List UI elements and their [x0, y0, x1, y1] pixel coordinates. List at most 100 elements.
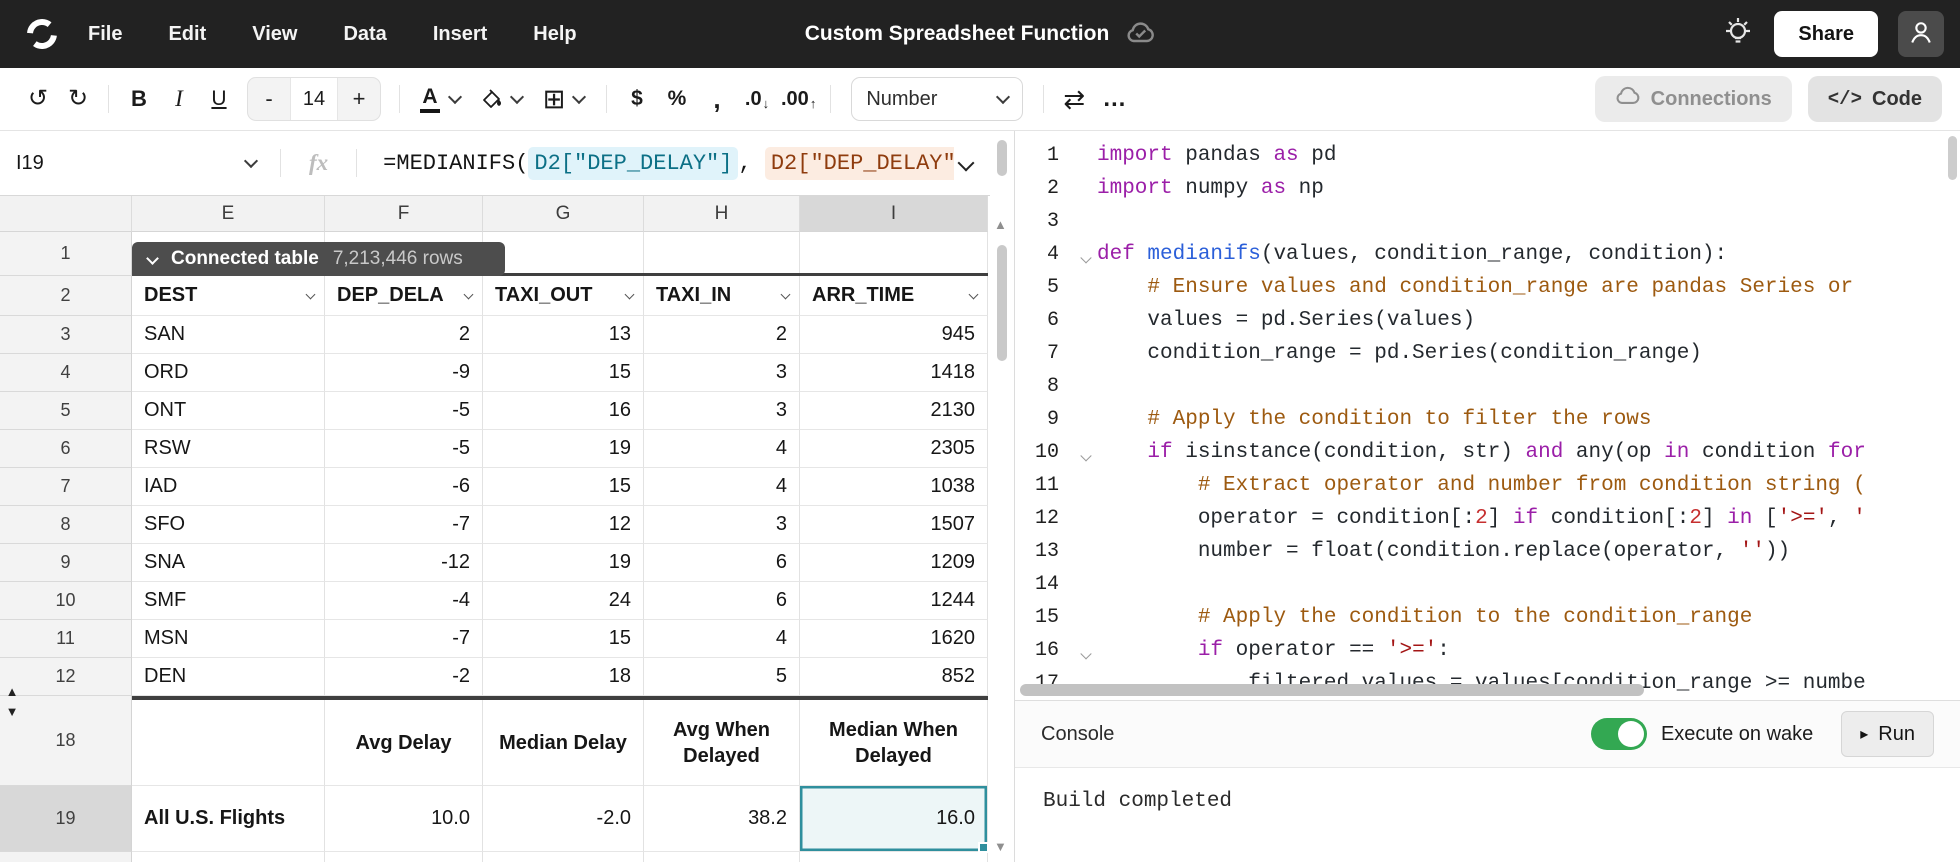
code-line[interactable]: 1 import pandas as pd: [1015, 139, 1944, 172]
scroll-up-icon[interactable]: ▲: [994, 217, 1007, 232]
grid-cell[interactable]: Avg When Delayed: [644, 696, 800, 786]
currency-format-button[interactable]: $: [617, 79, 657, 119]
code-line[interactable]: 11 # Extract operator and number from co…: [1015, 469, 1944, 502]
column-header-i[interactable]: I: [800, 196, 988, 232]
column-header-f[interactable]: F: [325, 196, 483, 232]
grid-cell[interactable]: 13: [483, 316, 644, 354]
row-header[interactable]: [0, 852, 132, 862]
fold-toggle[interactable]: [1075, 251, 1097, 263]
font-size-decrease-button[interactable]: -: [248, 78, 290, 120]
grid-cell[interactable]: 2: [644, 316, 800, 354]
grid-cell[interactable]: 18: [483, 658, 644, 696]
code-horizontal-scrollbar-thumb[interactable]: [1020, 684, 1644, 696]
code-line[interactable]: 10 if isinstance(condition, str) and any…: [1015, 436, 1944, 469]
grid-cell[interactable]: [483, 232, 644, 276]
grid-cell[interactable]: -7: [325, 506, 483, 544]
grid-cell[interactable]: MSN: [132, 620, 325, 658]
column-menu-chevron-icon[interactable]: [780, 289, 791, 299]
grid-cell[interactable]: 38.2: [644, 786, 800, 852]
table-column-dep-delay[interactable]: DEP_DELA: [325, 276, 483, 316]
grid-cell[interactable]: 19: [483, 544, 644, 582]
row-header-19[interactable]: 19: [0, 786, 132, 852]
grid-cell[interactable]: 1209: [800, 544, 988, 582]
formula-expand-chevron-icon[interactable]: [957, 154, 975, 172]
text-color-button[interactable]: A: [410, 79, 450, 119]
grid-cell[interactable]: Median When Delayed: [800, 696, 988, 786]
grid-cell[interactable]: [132, 696, 325, 786]
execute-on-wake-toggle[interactable]: [1590, 718, 1647, 750]
grid-cell[interactable]: All U.S. Flights: [132, 786, 325, 852]
code-panel-button[interactable]: </> Code: [1807, 76, 1942, 122]
grid-cell[interactable]: SNA: [132, 544, 325, 582]
grid-cell[interactable]: -12: [325, 544, 483, 582]
grid-cell[interactable]: [644, 852, 800, 862]
grid-cell[interactable]: 1418: [800, 354, 988, 392]
column-menu-chevron-icon[interactable]: [463, 289, 474, 299]
grid-cell[interactable]: 6: [644, 544, 800, 582]
grid-cell[interactable]: DEN: [132, 658, 325, 696]
grid-cell[interactable]: [644, 232, 800, 276]
grid-cell[interactable]: 2: [325, 316, 483, 354]
grid-cell[interactable]: 2305: [800, 430, 988, 468]
row-header[interactable]: 4: [0, 354, 132, 392]
hidden-rows-up-icon[interactable]: ▲: [2, 682, 22, 702]
column-header-e[interactable]: E: [132, 196, 325, 232]
grid-cell[interactable]: Median Delay: [483, 696, 644, 786]
row-header-1[interactable]: 1: [0, 232, 132, 276]
underline-button[interactable]: U: [199, 79, 239, 119]
code-line[interactable]: 15 # Apply the condition to the conditio…: [1015, 601, 1944, 634]
fold-toggle[interactable]: [1075, 449, 1097, 461]
grid-cell[interactable]: [800, 852, 988, 862]
grid-vertical-scrollbar[interactable]: ▲ ▼: [990, 131, 1014, 862]
connected-table-badge[interactable]: Connected table 7,213,446 rows: [132, 242, 505, 276]
code-line[interactable]: 12 operator = condition[:2] if condition…: [1015, 502, 1944, 535]
code-line[interactable]: 2 import numpy as np: [1015, 172, 1944, 205]
row-header[interactable]: 5: [0, 392, 132, 430]
formula-scrollbar-thumb[interactable]: [997, 140, 1007, 176]
menu-edit[interactable]: Edit: [168, 23, 206, 46]
row-header-2[interactable]: 2: [0, 276, 132, 316]
column-menu-chevron-icon[interactable]: [624, 289, 635, 299]
row-header[interactable]: 7: [0, 468, 132, 506]
menu-data[interactable]: Data: [343, 23, 386, 46]
row-header[interactable]: 10: [0, 582, 132, 620]
italic-button[interactable]: I: [159, 79, 199, 119]
scroll-down-icon[interactable]: ▼: [994, 839, 1007, 854]
fill-color-chevron-icon[interactable]: [509, 89, 525, 105]
column-header-h[interactable]: H: [644, 196, 800, 232]
grid-cell[interactable]: [325, 852, 483, 862]
font-size-increase-button[interactable]: +: [338, 78, 380, 120]
grid-cell[interactable]: SFO: [132, 506, 325, 544]
connections-button[interactable]: Connections: [1594, 76, 1792, 122]
more-options-button[interactable]: …: [1094, 79, 1134, 119]
grid-cell[interactable]: -5: [325, 430, 483, 468]
fold-chevron-icon[interactable]: [1080, 647, 1092, 659]
grid-cell[interactable]: RSW: [132, 430, 325, 468]
grid-cell[interactable]: -7: [325, 620, 483, 658]
grid-cell[interactable]: SMF: [132, 582, 325, 620]
text-color-chevron-icon[interactable]: [447, 89, 463, 105]
column-header-g[interactable]: G: [483, 196, 644, 232]
run-button[interactable]: ▸ Run: [1841, 711, 1934, 757]
formula-input[interactable]: =MEDIANIFS(D2["DEP_DELAY"], D2["DEP_DELA…: [383, 146, 954, 180]
borders-chevron-icon[interactable]: [571, 89, 587, 105]
code-line[interactable]: 14: [1015, 568, 1944, 601]
table-column-taxi-in[interactable]: TAXI_IN: [644, 276, 800, 316]
grid-cell[interactable]: 24: [483, 582, 644, 620]
grid-cell[interactable]: 4: [644, 620, 800, 658]
fold-toggle[interactable]: [1075, 647, 1097, 659]
grid-cell[interactable]: 3: [644, 392, 800, 430]
percent-format-button[interactable]: %: [657, 79, 697, 119]
row-header[interactable]: 3: [0, 316, 132, 354]
borders-button[interactable]: ⊞: [534, 79, 574, 119]
row-header[interactable]: 8: [0, 506, 132, 544]
theme-lightbulb-icon[interactable]: [1722, 15, 1754, 54]
row-header[interactable]: 11: [0, 620, 132, 658]
code-line[interactable]: 6 values = pd.Series(values): [1015, 304, 1944, 337]
grid-cell[interactable]: -9: [325, 354, 483, 392]
redo-button[interactable]: ↻: [58, 79, 98, 119]
app-logo-icon[interactable]: [22, 14, 62, 54]
undo-button[interactable]: ↺: [18, 79, 58, 119]
exchange-icon[interactable]: ⇄: [1054, 79, 1094, 119]
fill-color-button[interactable]: [472, 79, 512, 119]
